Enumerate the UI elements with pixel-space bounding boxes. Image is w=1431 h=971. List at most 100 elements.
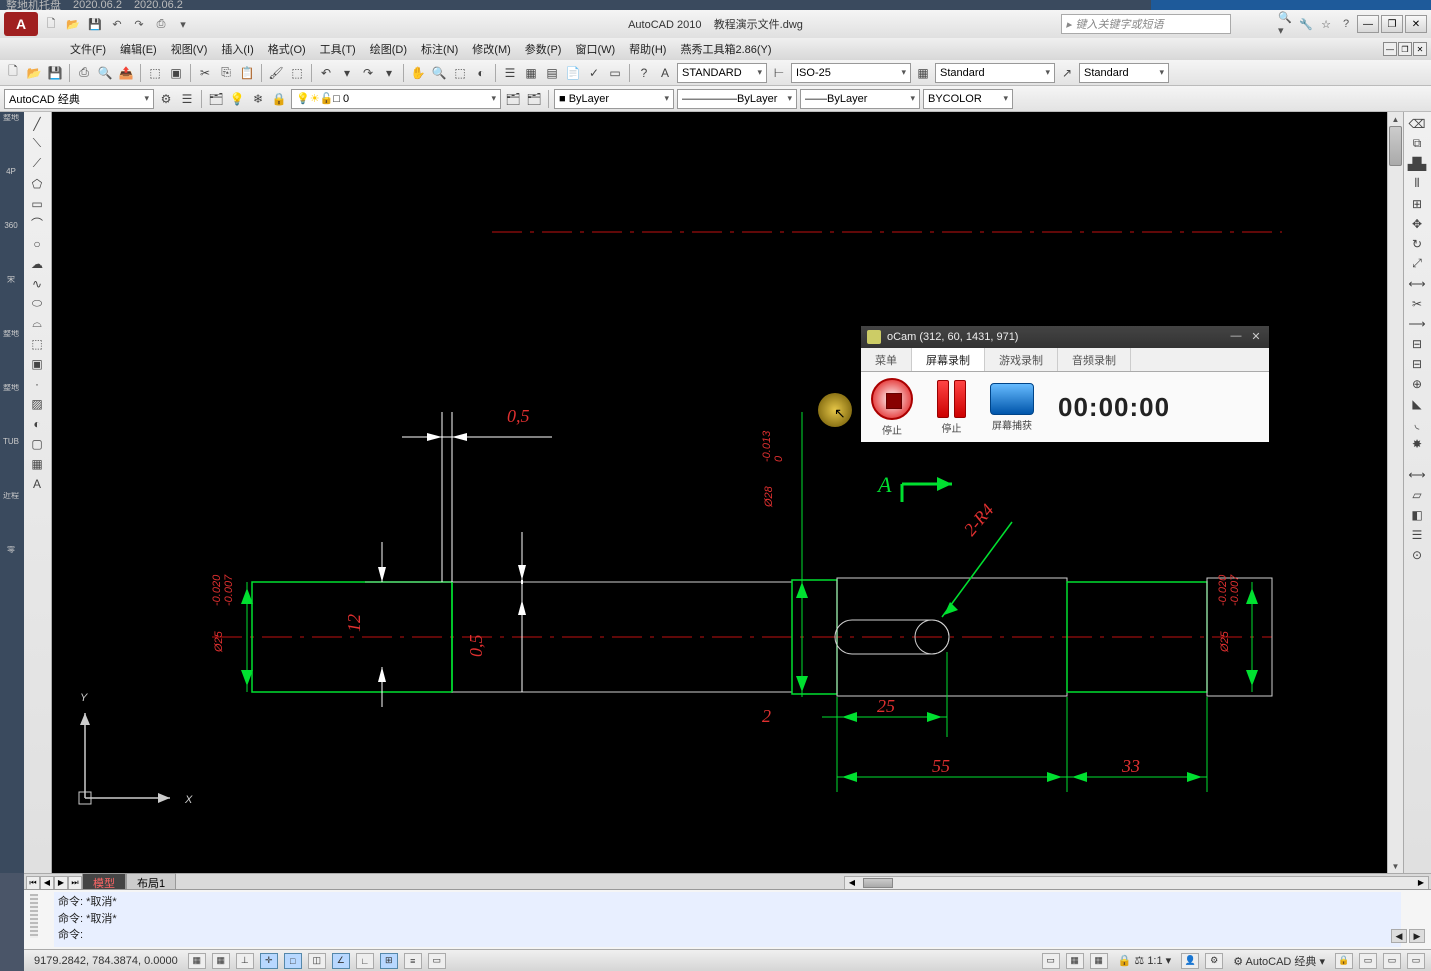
- stretch-icon[interactable]: ⟷: [1406, 274, 1428, 293]
- hatch-icon[interactable]: ▨: [26, 394, 48, 413]
- desktop-icon[interactable]: 360: [0, 222, 22, 240]
- ellipse-icon[interactable]: ⬭: [26, 294, 48, 313]
- copy-obj-icon[interactable]: ⧉: [1406, 134, 1428, 153]
- extend-icon[interactable]: ⟶: [1406, 314, 1428, 333]
- workspace-switching[interactable]: ⚙ AutoCAD 经典 ▾: [1229, 953, 1329, 969]
- undo-dropdown-icon[interactable]: ▾: [338, 64, 356, 82]
- table-style-icon[interactable]: ▦: [914, 64, 932, 82]
- maximize-button[interactable]: ❐: [1381, 15, 1403, 33]
- model-paper-toggle[interactable]: ▭: [1042, 953, 1060, 969]
- clean-screen-icon[interactable]: ▭: [1407, 953, 1425, 969]
- polyline-icon[interactable]: ⟋: [26, 154, 48, 173]
- text-style-icon[interactable]: A: [656, 64, 674, 82]
- scroll-down-icon[interactable]: ▼: [1388, 859, 1403, 873]
- command-line-input[interactable]: 命令: *取消* 命令: *取消* 命令:: [54, 892, 1401, 947]
- ocam-titlebar[interactable]: oCam (312, 60, 1431, 971) — ✕: [861, 326, 1269, 348]
- sheet-set-icon[interactable]: 📄: [564, 64, 582, 82]
- 3ddwf-icon[interactable]: ⬚: [146, 64, 164, 82]
- help-icon[interactable]: ?: [1337, 15, 1355, 33]
- desktop-icon[interactable]: TUB: [0, 438, 22, 456]
- undo-icon[interactable]: ↶: [317, 64, 335, 82]
- qat-print-icon[interactable]: ⎙: [152, 15, 170, 33]
- insert-block-icon[interactable]: ⬚: [26, 334, 48, 353]
- grid-toggle[interactable]: ▦: [212, 953, 230, 969]
- mtext-icon[interactable]: A: [26, 474, 48, 493]
- ocam-window[interactable]: oCam (312, 60, 1431, 971) — ✕ 菜单 屏幕录制 游戏…: [860, 325, 1270, 443]
- line-icon[interactable]: ╱: [26, 114, 48, 133]
- lineweight-combo[interactable]: —— ByLayer: [800, 89, 920, 109]
- zoom-realtime-icon[interactable]: 🔍: [430, 64, 448, 82]
- infocenter-search-input[interactable]: ▸键入关键字或短语: [1061, 14, 1231, 34]
- toolbar-lock-icon[interactable]: 🔒: [1335, 953, 1353, 969]
- tab-nav-last[interactable]: ⏭: [68, 876, 82, 890]
- cmdline-right-icon[interactable]: ▶: [1409, 929, 1425, 943]
- menu-dimension[interactable]: 标注(N): [415, 39, 464, 59]
- ocam-capture-button[interactable]: 屏幕捕获: [990, 383, 1034, 432]
- print-icon[interactable]: ⎙: [75, 64, 93, 82]
- desktop-icon[interactable]: 整地: [0, 384, 22, 402]
- hscroll-right-icon[interactable]: ▶: [1414, 878, 1428, 887]
- offset-icon[interactable]: ⫴: [1406, 174, 1428, 193]
- hscroll-thumb[interactable]: [863, 878, 893, 888]
- menu-window[interactable]: 窗口(W): [569, 39, 621, 59]
- desktop-icon[interactable]: 零: [0, 546, 22, 564]
- tab-nav-next[interactable]: ▶: [54, 876, 68, 890]
- paste-icon[interactable]: 📋: [238, 64, 256, 82]
- qat-dropdown-icon[interactable]: ▾: [174, 15, 192, 33]
- cut-icon[interactable]: ✂: [196, 64, 214, 82]
- desktop-icon[interactable]: 整地: [0, 330, 22, 348]
- color-combo[interactable]: ■ ByLayer: [554, 89, 674, 109]
- circle-icon[interactable]: ○: [26, 234, 48, 253]
- drawing-canvas[interactable]: 0,5 12 0,5 Ø25 -0.007 -0.020: [52, 112, 1387, 873]
- mirror-icon[interactable]: ▟▙: [1406, 154, 1428, 173]
- annotation-autoscale-icon[interactable]: ⚙: [1205, 953, 1223, 969]
- design-center-icon[interactable]: ▦: [522, 64, 540, 82]
- layer-status-icon[interactable]: 💡: [228, 90, 246, 108]
- ortho-toggle[interactable]: ⊥: [236, 953, 254, 969]
- desktop-icon[interactable]: 4P: [0, 168, 22, 186]
- mleader-style-combo[interactable]: Standard: [1079, 63, 1169, 83]
- menu-edit[interactable]: 编辑(E): [114, 39, 163, 59]
- text-style-combo[interactable]: STANDARD: [677, 63, 767, 83]
- match-prop-icon[interactable]: 🖌: [267, 64, 285, 82]
- annotation-scale[interactable]: 🔒 ⚖ 1:1 ▾: [1114, 954, 1176, 967]
- rotate-icon[interactable]: ↻: [1406, 234, 1428, 253]
- ocam-tab-menu[interactable]: 菜单: [861, 348, 912, 371]
- block-icon[interactable]: ▣: [167, 64, 185, 82]
- close-button[interactable]: ✕: [1405, 15, 1427, 33]
- spline-icon[interactable]: ∿: [26, 274, 48, 293]
- ocam-close-button[interactable]: ✕: [1247, 328, 1265, 344]
- desktop-icon[interactable]: 近程: [0, 492, 22, 510]
- zoom-previous-icon[interactable]: ◐: [472, 64, 490, 82]
- 3dosnap-toggle[interactable]: ◫: [308, 953, 326, 969]
- explode-icon[interactable]: ✸: [1406, 434, 1428, 453]
- workspace-settings-icon[interactable]: ⚙: [157, 90, 175, 108]
- menu-draw[interactable]: 绘图(D): [364, 39, 413, 59]
- layer-freeze-icon[interactable]: ❄: [249, 90, 267, 108]
- annotation-visibility-icon[interactable]: 👤: [1181, 953, 1199, 969]
- ellipse-arc-icon[interactable]: ⌓: [26, 314, 48, 333]
- region-icon[interactable]: ▢: [26, 434, 48, 453]
- qat-new-icon[interactable]: 🗋: [42, 15, 60, 33]
- snap-toggle[interactable]: ▦: [188, 953, 206, 969]
- break-icon[interactable]: ⊟: [1406, 354, 1428, 373]
- ducs-toggle[interactable]: ∟: [356, 953, 374, 969]
- quickcalc-icon[interactable]: ▭: [606, 64, 624, 82]
- scale-icon[interactable]: ⤢: [1406, 254, 1428, 273]
- list-icon[interactable]: ☰: [1406, 525, 1428, 544]
- ocam-minimize-button[interactable]: —: [1227, 328, 1245, 344]
- dyn-toggle[interactable]: ⊞: [380, 953, 398, 969]
- doc-restore-button[interactable]: ❐: [1398, 42, 1412, 56]
- distance-icon[interactable]: ⟷: [1406, 465, 1428, 484]
- ocam-pause-button[interactable]: 停止: [937, 380, 966, 435]
- chamfer-icon[interactable]: ◣: [1406, 394, 1428, 413]
- otrack-toggle[interactable]: ∠: [332, 953, 350, 969]
- array-icon[interactable]: ⊞: [1406, 194, 1428, 213]
- tool-palettes-icon[interactable]: ▤: [543, 64, 561, 82]
- cmdline-left-icon[interactable]: ◀: [1391, 929, 1407, 943]
- menu-modify[interactable]: 修改(M): [466, 39, 517, 59]
- doc-minimize-button[interactable]: —: [1383, 42, 1397, 56]
- plot-preview-icon[interactable]: 🔍: [96, 64, 114, 82]
- break-at-point-icon[interactable]: ⊟: [1406, 334, 1428, 353]
- qat-redo-icon[interactable]: ↷: [130, 15, 148, 33]
